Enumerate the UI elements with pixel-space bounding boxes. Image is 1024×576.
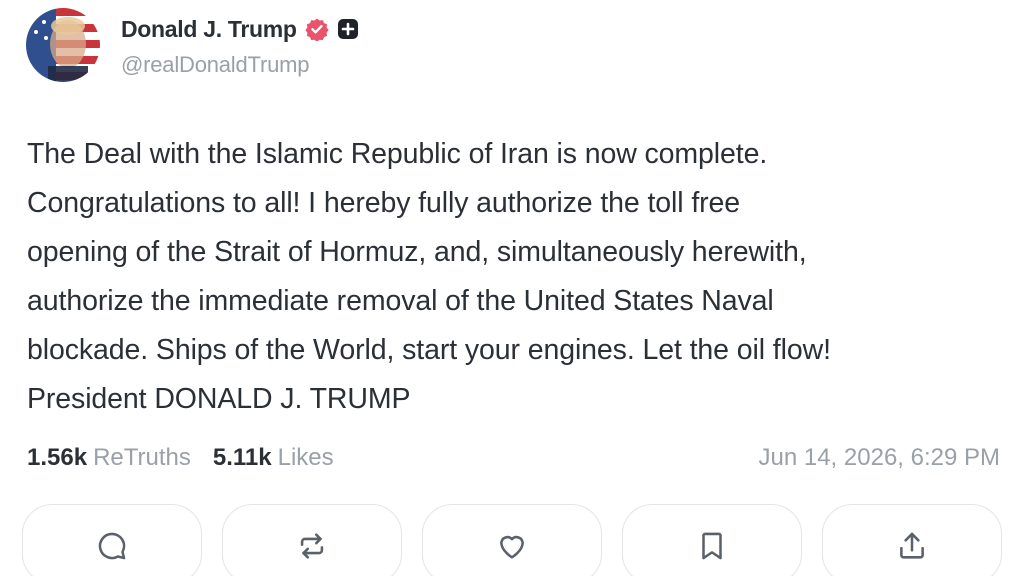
flag-portrait-avatar (26, 8, 100, 82)
heart-icon (500, 535, 524, 559)
post-line: President DONALD J. TRUMP (27, 383, 411, 415)
truth-post: Donald J. Trump @realDonaldTrump The Dea… (0, 0, 1024, 576)
share-icon (900, 532, 924, 559)
name-row: Donald J. Trump (121, 14, 359, 44)
avatar[interactable] (26, 8, 100, 82)
share-button[interactable] (822, 504, 1002, 576)
post-stats: 1.56k ReTruths 5.11k Likes (27, 444, 334, 472)
retruth-button[interactable] (222, 504, 402, 576)
verified-check-icon (305, 18, 329, 41)
author-block: Donald J. Trump @realDonaldTrump (121, 14, 359, 78)
author-handle[interactable]: @realDonaldTrump (121, 52, 359, 78)
bookmark-button[interactable] (622, 504, 802, 576)
post-line: opening of the Strait of Hormuz, and, si… (27, 236, 807, 268)
repost-icon (300, 533, 324, 559)
action-bar (22, 504, 1012, 576)
post-line: The Deal with the Islamic Republic of Ir… (27, 138, 768, 170)
post-body: The Deal with the Islamic Republic of Ir… (27, 130, 1007, 424)
like-button[interactable] (422, 504, 602, 576)
plus-badge-icon (337, 19, 358, 39)
post-line: blockade. Ships of the World, start your… (27, 334, 831, 366)
display-name[interactable]: Donald J. Trump (121, 16, 297, 43)
post-timestamp: Jun 14, 2026, 6:29 PM (758, 444, 1001, 471)
likes-label[interactable]: Likes (278, 444, 334, 472)
bookmark-icon (702, 532, 722, 560)
post-line: Congratulations to all! I hereby fully a… (27, 187, 741, 219)
retruths-count[interactable]: 1.56k (27, 444, 87, 472)
reply-button[interactable] (22, 504, 202, 576)
post-line: authorize the immediate removal of the U… (27, 285, 774, 317)
retruths-label[interactable]: ReTruths (93, 444, 191, 472)
comment-icon (98, 532, 126, 560)
likes-count[interactable]: 5.11k (213, 444, 272, 472)
